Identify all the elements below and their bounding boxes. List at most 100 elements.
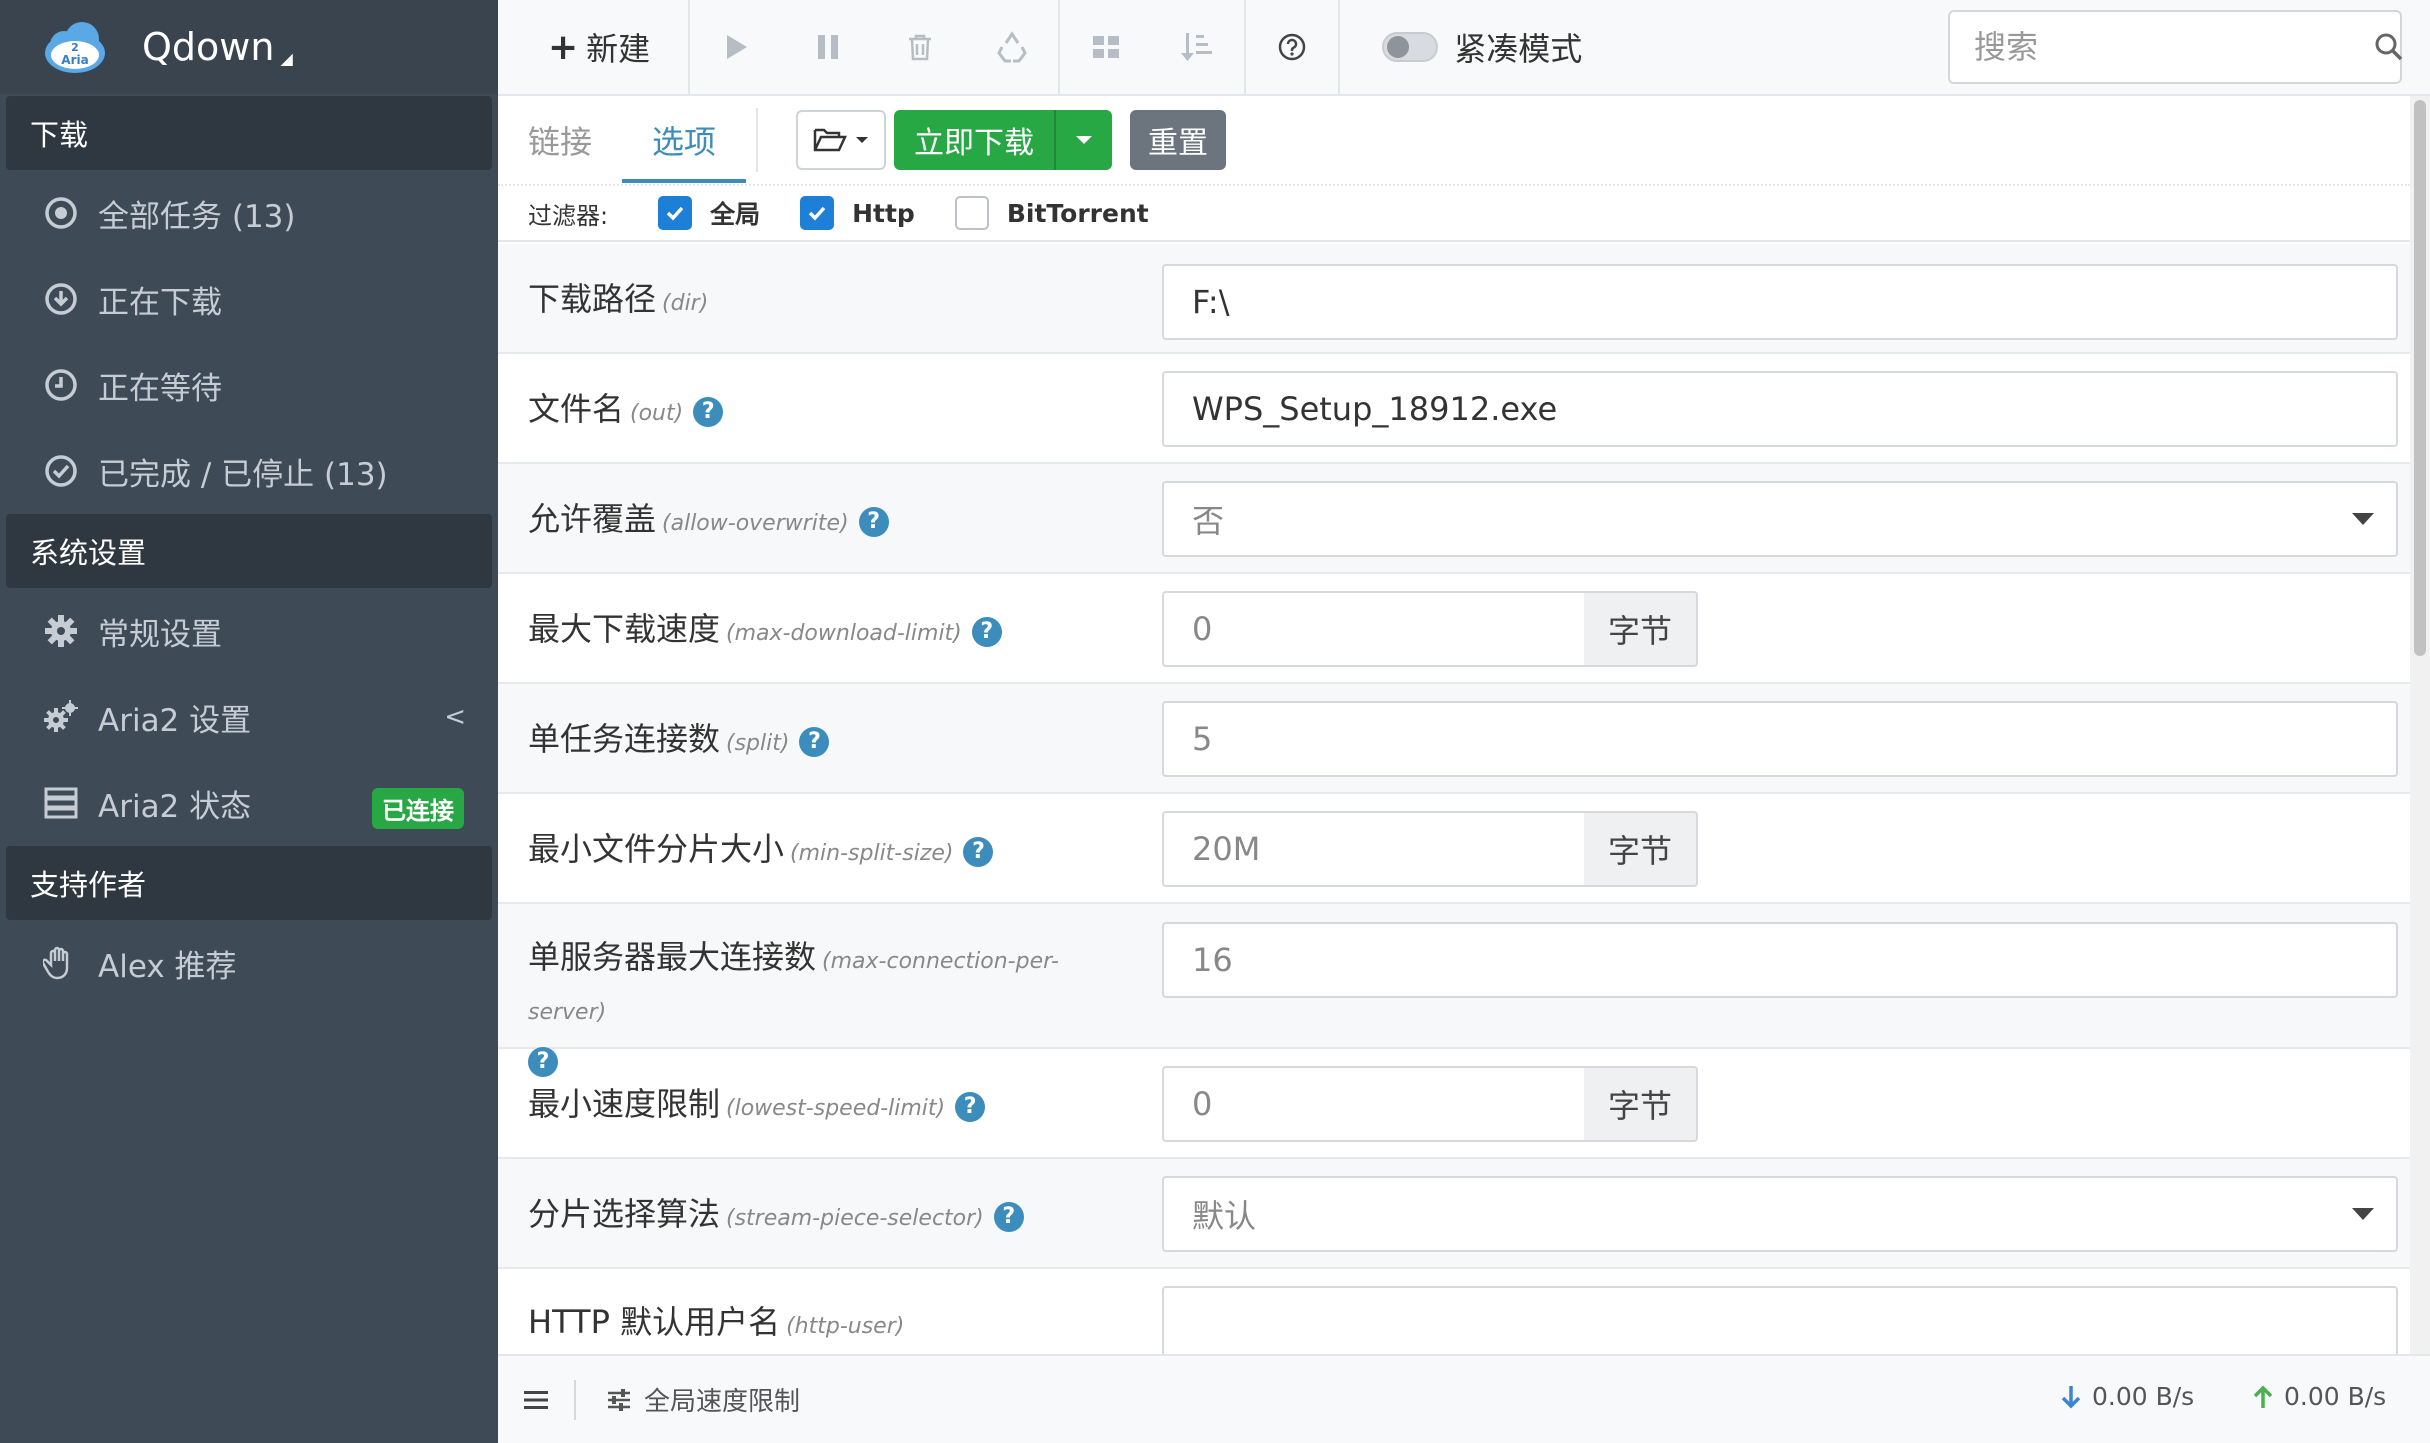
recycle-icon bbox=[997, 31, 1027, 63]
option-input-lowest-speed-limit[interactable]: 0 bbox=[1162, 1066, 1586, 1142]
logo-text: Aria bbox=[61, 53, 88, 67]
search-icon[interactable] bbox=[2373, 31, 2405, 63]
option-input-dir[interactable]: F:\ bbox=[1162, 264, 2398, 340]
menu-button[interactable] bbox=[498, 1389, 574, 1411]
option-row-dir: 下载路径 (dir) F:\ bbox=[498, 244, 2410, 354]
sort-icon bbox=[1181, 33, 1213, 61]
caret-down-icon bbox=[2352, 513, 2374, 525]
scrollbar-thumb[interactable] bbox=[2414, 100, 2426, 656]
new-task-button[interactable]: + 新建 bbox=[498, 0, 688, 95]
grid-view-button[interactable] bbox=[1060, 0, 1152, 95]
filter-bittorrent-label[interactable]: BitTorrent bbox=[1007, 199, 1149, 228]
global-speed-limit-button[interactable]: 全局速度限制 bbox=[606, 1381, 800, 1418]
option-input-min-split-size[interactable]: 20M bbox=[1162, 811, 1586, 887]
option-input-max-connection-per-server[interactable]: 16 bbox=[1162, 922, 2398, 998]
new-task-label: 新建 bbox=[586, 30, 651, 68]
reset-button[interactable]: 重置 bbox=[1130, 110, 1227, 170]
sidebar-item-label: Alex 推荐 bbox=[98, 948, 237, 985]
recycle-button[interactable] bbox=[966, 0, 1058, 95]
plus-icon: + bbox=[548, 26, 579, 68]
option-key: (out) bbox=[630, 401, 684, 426]
help-icon[interactable]: ? bbox=[858, 507, 889, 537]
hamburger-icon bbox=[524, 1390, 548, 1409]
sidebar-item-general-settings[interactable]: 常规设置 bbox=[0, 588, 498, 674]
option-key: (split) bbox=[726, 731, 790, 756]
sidebar-item-label: Aria2 状态 bbox=[98, 788, 252, 825]
option-key: (http-user) bbox=[786, 1314, 905, 1339]
top-toolbar: + 新建 紧凑模式 bbox=[498, 0, 2430, 96]
sidebar-item-downloading[interactable]: 正在下载 bbox=[0, 256, 498, 342]
task-tab-row: 链接 选项 立即下载 重置 bbox=[498, 96, 2410, 186]
option-title: 最大下载速度 bbox=[528, 610, 721, 648]
help-icon[interactable]: ? bbox=[971, 617, 1002, 647]
toggle-switch[interactable] bbox=[1382, 32, 1439, 62]
option-input-http-user[interactable] bbox=[1162, 1286, 2398, 1354]
option-row-max-download-limit: 最大下载速度 (max-download-limit)? 0 字节 bbox=[498, 574, 2410, 684]
sidebar-item-waiting[interactable]: 正在等待 bbox=[0, 342, 498, 428]
help-icon[interactable]: ? bbox=[799, 727, 830, 757]
delete-button[interactable] bbox=[874, 0, 966, 95]
option-row-max-connection-per-server: 单服务器最大连接数 (max-connection-per-server)? 16 bbox=[498, 904, 2410, 1077]
option-row-split: 单任务连接数 (split)? 5 bbox=[498, 684, 2410, 794]
filter-global-label[interactable]: 全局 bbox=[710, 195, 760, 231]
pause-button[interactable] bbox=[782, 0, 874, 95]
sidebar-item-all-tasks[interactable]: 全部任务 (13) bbox=[0, 170, 498, 256]
download-now-button[interactable]: 立即下载 bbox=[894, 110, 1057, 170]
option-select-allow-overwrite[interactable]: 否 bbox=[1162, 481, 2398, 557]
app-title: Qdown bbox=[142, 25, 275, 69]
sidebar-item-aria2-settings[interactable]: Aria2 设置 < bbox=[0, 674, 498, 760]
help-button[interactable] bbox=[1246, 0, 1338, 95]
option-label: 文件名 (out)? bbox=[528, 386, 1128, 437]
toolbar-divider bbox=[1338, 0, 1341, 95]
tab-links[interactable]: 链接 bbox=[498, 95, 622, 185]
option-row-lowest-speed-limit: 最小速度限制 (lowest-speed-limit)? 0 字节 bbox=[498, 1049, 2410, 1159]
help-icon[interactable]: ? bbox=[693, 397, 724, 427]
status-footer: 全局速度限制 0.00 B/s 0.00 B/s bbox=[498, 1354, 2430, 1443]
download-speed: 0.00 B/s bbox=[2060, 1382, 2194, 1411]
filter-http-label[interactable]: Http bbox=[852, 199, 915, 228]
option-title: 允许覆盖 bbox=[528, 500, 657, 538]
search-input[interactable] bbox=[1950, 12, 2373, 82]
sidebar-item-alex-recommend[interactable]: Alex 推荐 bbox=[0, 920, 498, 1006]
start-button[interactable] bbox=[690, 0, 782, 95]
help-icon[interactable]: ? bbox=[955, 1092, 986, 1122]
help-icon[interactable]: ? bbox=[993, 1202, 1024, 1232]
option-key: (max-download-limit) bbox=[726, 621, 962, 646]
option-row-out: 文件名 (out)? WPS_Setup_18912.exe bbox=[498, 354, 2410, 464]
open-folder-button[interactable] bbox=[796, 110, 887, 170]
compact-mode-label: 紧凑模式 bbox=[1454, 30, 1583, 68]
option-value: 0 bbox=[1192, 610, 1213, 648]
aria2-logo-icon: 2 Aria bbox=[40, 17, 110, 77]
check-icon bbox=[808, 206, 826, 221]
tab-options[interactable]: 选项 bbox=[622, 95, 747, 185]
filter-label: 过滤器: bbox=[528, 201, 609, 230]
option-value: 0 bbox=[1192, 1085, 1213, 1123]
option-label: 最小速度限制 (lowest-speed-limit)? bbox=[528, 1081, 1128, 1132]
download-dropdown-button[interactable] bbox=[1056, 110, 1113, 170]
compact-mode-toggle[interactable]: 紧凑模式 bbox=[1382, 24, 1582, 70]
option-input-out[interactable]: WPS_Setup_18912.exe bbox=[1162, 371, 2398, 447]
sidebar-item-aria2-status[interactable]: Aria2 状态 已连接 bbox=[0, 760, 498, 846]
brand[interactable]: 2 Aria Qdown ◢ bbox=[0, 0, 498, 94]
sidebar-item-label: 全部任务 (13) bbox=[98, 198, 296, 235]
unit-addon: 字节 bbox=[1584, 591, 1698, 667]
server-icon bbox=[42, 784, 80, 822]
filter-http-checkbox[interactable] bbox=[800, 196, 835, 230]
option-input-max-download-limit[interactable]: 0 bbox=[1162, 591, 1586, 667]
filter-bittorrent-checkbox[interactable] bbox=[954, 196, 989, 230]
sort-button[interactable] bbox=[1152, 0, 1244, 95]
option-label: 最大下载速度 (max-download-limit)? bbox=[528, 606, 1128, 657]
option-value: 5 bbox=[1192, 720, 1213, 758]
sidebar-header-download: 下载 bbox=[6, 96, 492, 170]
sidebar-item-stopped[interactable]: 已完成 / 已停止 (13) bbox=[0, 428, 498, 514]
resize-corner-icon: ◢ bbox=[280, 48, 293, 68]
option-select-stream-piece-selector[interactable]: 默认 bbox=[1162, 1176, 2398, 1252]
question-circle-icon bbox=[1278, 33, 1306, 61]
sidebar-header-settings: 系统设置 bbox=[6, 514, 492, 588]
option-value: 16 bbox=[1192, 941, 1233, 979]
sidebar-header-support: 支持作者 bbox=[6, 846, 492, 920]
filter-global-checkbox[interactable] bbox=[658, 196, 693, 230]
help-icon[interactable]: ? bbox=[963, 837, 994, 867]
option-input-split[interactable]: 5 bbox=[1162, 701, 2398, 777]
caret-down-icon bbox=[2352, 1208, 2374, 1220]
